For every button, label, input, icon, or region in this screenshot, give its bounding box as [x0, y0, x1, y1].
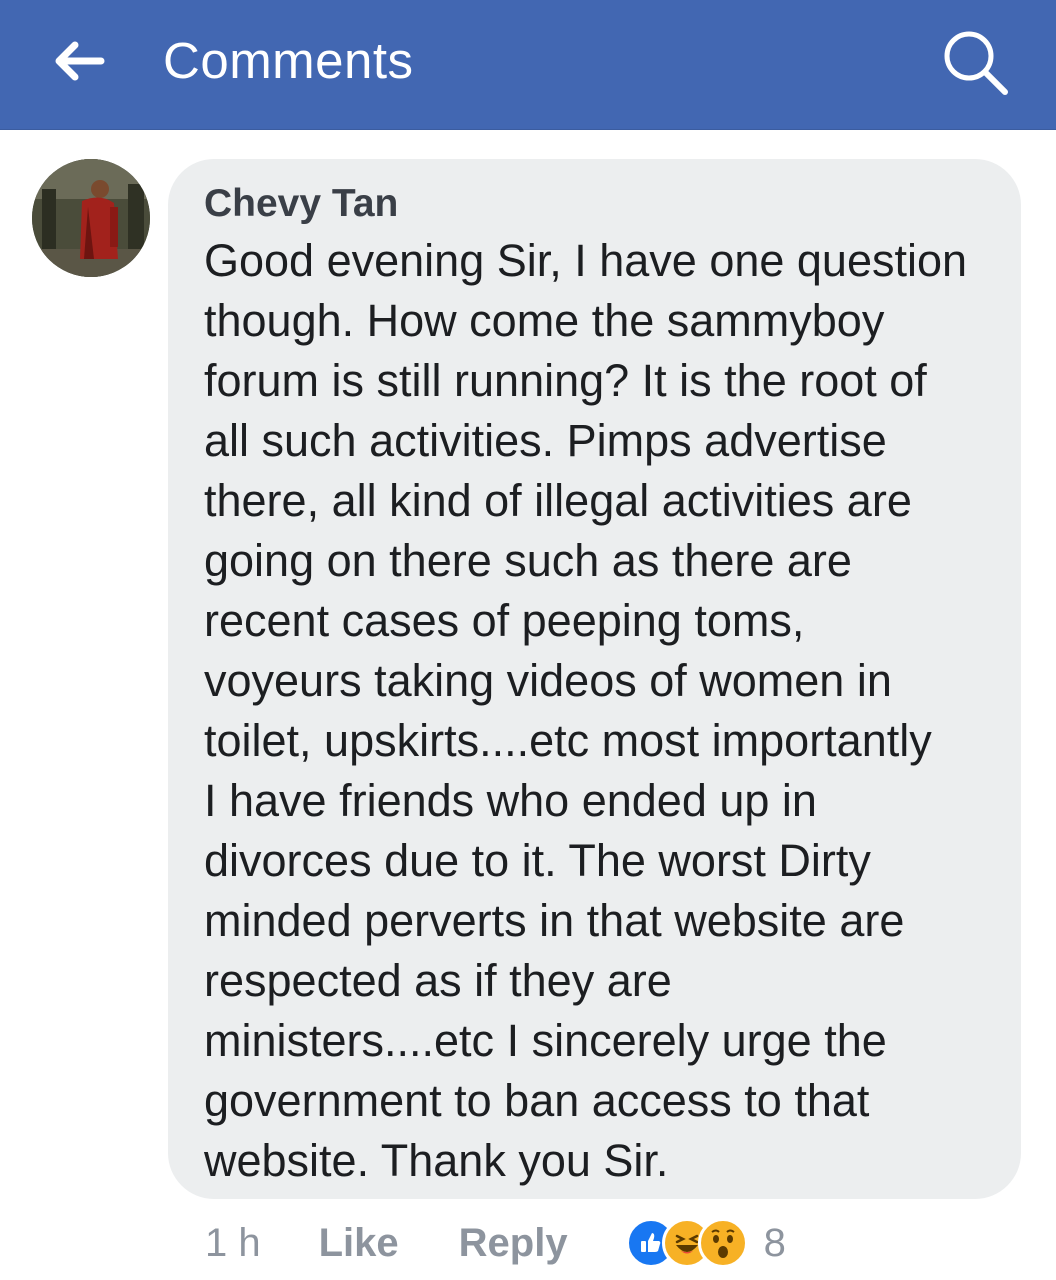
top-app-bar: Comments	[0, 0, 1056, 130]
arrow-left-icon	[55, 41, 105, 81]
search-icon	[944, 31, 1008, 95]
avatar[interactable]	[32, 159, 150, 277]
like-button[interactable]: Like	[319, 1221, 399, 1266]
comment-bubble: Chevy Tan Good evening Sir, I have one q…	[168, 159, 1021, 1199]
back-button[interactable]	[44, 30, 114, 92]
reply-button[interactable]: Reply	[459, 1221, 568, 1266]
comment-actions: 1 h Like Reply 8	[205, 1213, 786, 1273]
search-button[interactable]	[935, 22, 1015, 102]
wow-reaction-icon	[697, 1218, 748, 1268]
comment-text: Good evening Sir, I have one question th…	[204, 235, 968, 1186]
comment-author[interactable]: Chevy Tan	[204, 181, 1001, 227]
reaction-count: 8	[763, 1220, 786, 1265]
page-title: Comments	[163, 32, 414, 89]
comment-timestamp[interactable]: 1 h	[205, 1221, 261, 1266]
reaction-summary[interactable]: 8	[625, 1218, 786, 1268]
